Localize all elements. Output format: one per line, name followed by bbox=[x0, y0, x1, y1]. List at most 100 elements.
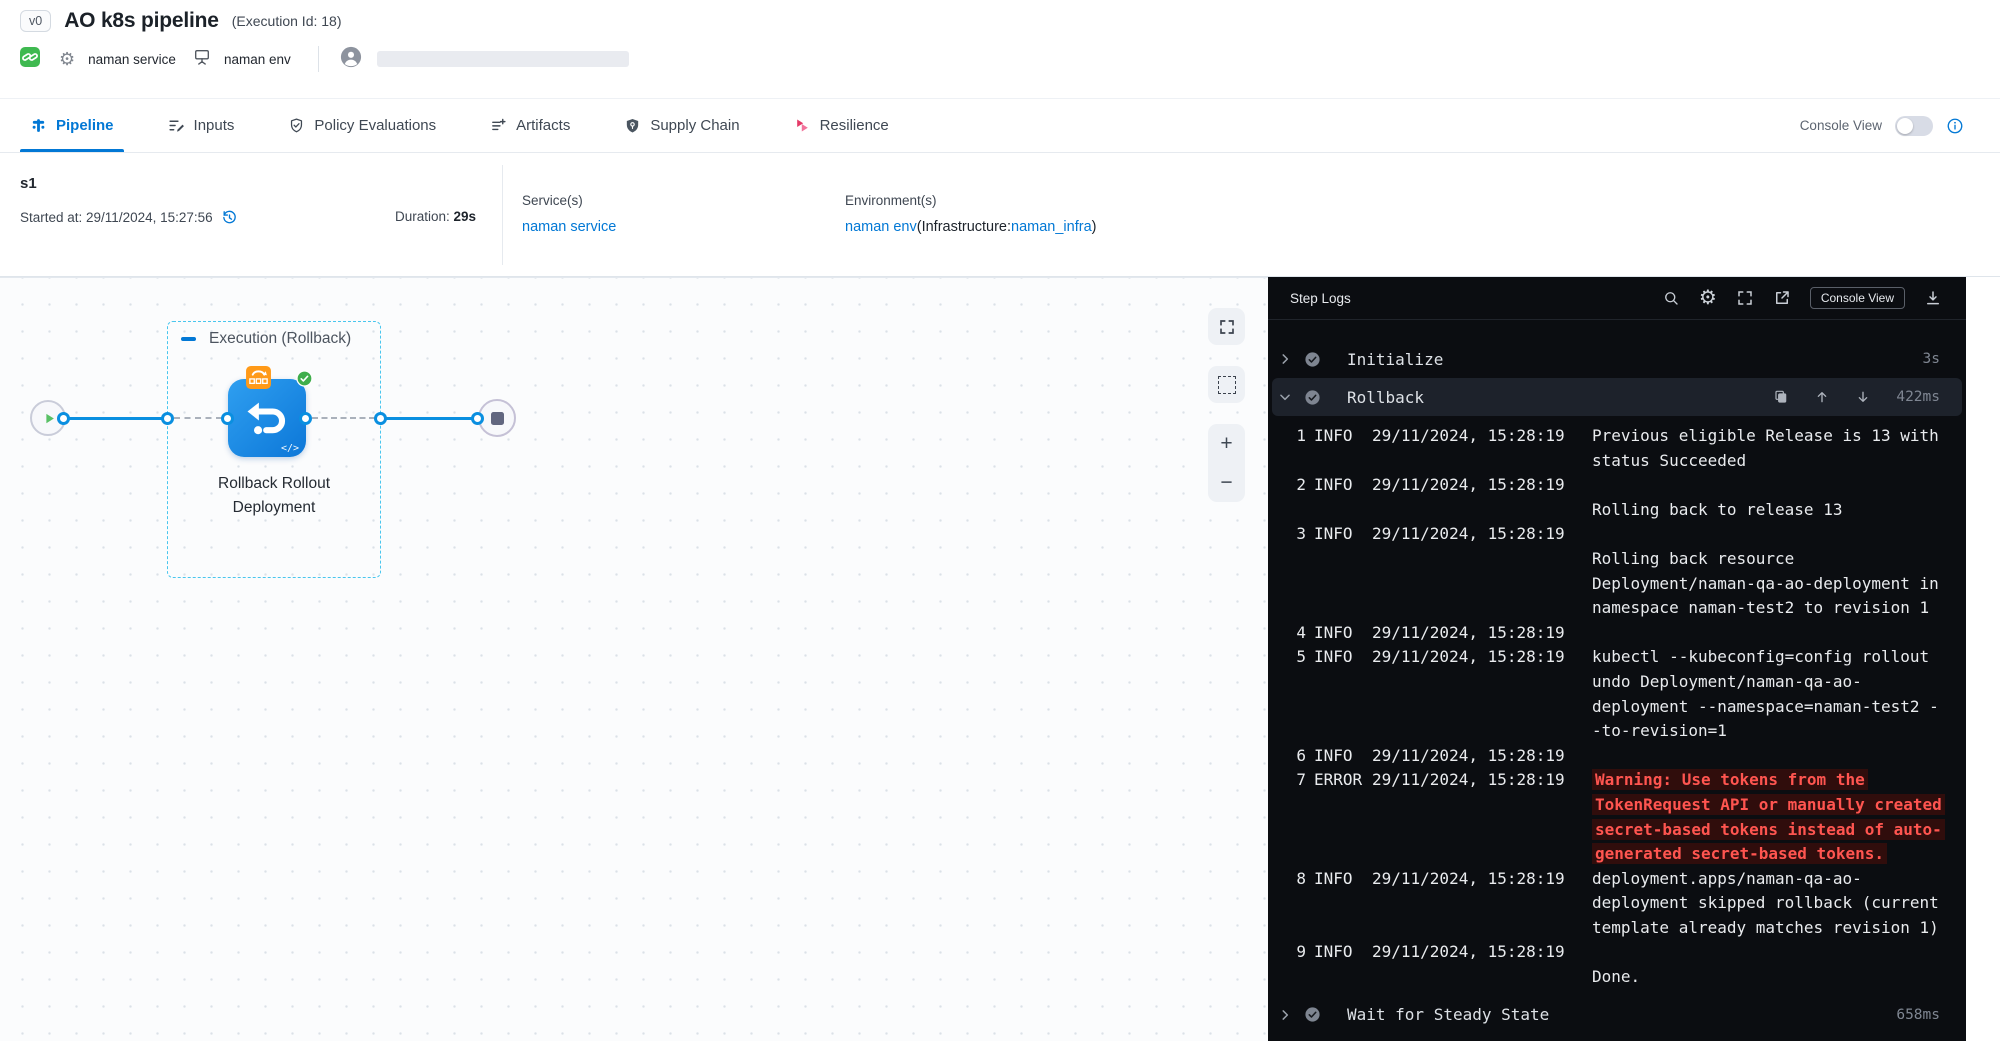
tab-label: Pipeline bbox=[56, 117, 114, 134]
log-message: Previous eligible Release is 13 withstat… bbox=[1572, 424, 1966, 473]
environment-name[interactable]: naman env bbox=[224, 52, 291, 67]
environment-link-text[interactable]: naman env bbox=[845, 219, 917, 235]
environment-link[interactable]: naman env(Infrastructure:naman_infra) bbox=[845, 219, 1096, 235]
open-in-new-icon[interactable] bbox=[1773, 289, 1791, 307]
log-text: deployment skipped rollback (current bbox=[1592, 893, 1939, 912]
supplychain-icon bbox=[624, 117, 641, 134]
pipeline-icon bbox=[30, 117, 47, 134]
execution-id: (Execution Id: 18) bbox=[232, 13, 342, 29]
page-header: v0 AO k8s pipeline (Execution Id: 18) ⚙︎… bbox=[0, 0, 2000, 99]
log-message-line bbox=[1592, 473, 1966, 498]
step-duration: 3s bbox=[1923, 351, 1940, 367]
connector-dot bbox=[471, 412, 484, 425]
log-body: 1INFO29/11/2024, 15:28:19Previous eligib… bbox=[1268, 416, 1966, 996]
chevron-down-icon[interactable] bbox=[1278, 390, 1302, 404]
search-icon[interactable] bbox=[1662, 289, 1680, 307]
log-timestamp: 29/11/2024, 15:28:19 bbox=[1372, 424, 1572, 449]
tab-label: Policy Evaluations bbox=[314, 117, 436, 134]
tab-pipeline[interactable]: Pipeline bbox=[30, 99, 114, 152]
log-message: deployment.apps/naman-qa-ao-deployment s… bbox=[1572, 867, 1966, 941]
gear-icon[interactable]: ⚙︎ bbox=[59, 50, 75, 68]
divider bbox=[502, 165, 503, 265]
infra-link[interactable]: naman_infra bbox=[1011, 219, 1092, 235]
tab-label: Inputs bbox=[194, 117, 235, 134]
log-line-number: 9 bbox=[1292, 940, 1306, 965]
execution-group-header[interactable]: Execution (Rollback) bbox=[181, 330, 351, 348]
chevron-right-icon[interactable] bbox=[1278, 352, 1302, 366]
rollout-badge-icon bbox=[246, 366, 271, 394]
tab-artifacts[interactable]: Artifacts bbox=[490, 99, 570, 152]
step-success-icon bbox=[1304, 1006, 1321, 1023]
log-level: INFO bbox=[1314, 867, 1372, 892]
pipeline-canvas[interactable]: Execution (Rollback) </> Rollback Rollou… bbox=[0, 277, 1268, 1041]
fullscreen-icon[interactable] bbox=[1736, 289, 1754, 307]
log-step-wait-for-steady-state[interactable]: Wait for Steady State658ms bbox=[1268, 996, 1966, 1034]
copy-logs-icon[interactable] bbox=[1773, 389, 1789, 405]
step-duration: 658ms bbox=[1896, 1007, 1940, 1023]
download-icon[interactable] bbox=[1924, 289, 1942, 307]
rollback-step-node[interactable]: </> bbox=[228, 379, 306, 457]
scroll-down-icon[interactable] bbox=[1855, 389, 1871, 405]
log-message-line: TokenRequest API or manually created bbox=[1592, 793, 1966, 818]
log-step-rollback[interactable]: Rollback422ms bbox=[1272, 378, 1962, 416]
console-view-toggle[interactable] bbox=[1895, 116, 1933, 136]
log-level: INFO bbox=[1314, 621, 1372, 646]
stage-duration: Duration: 29s bbox=[395, 209, 476, 224]
infra-prefix: (Infrastructure: bbox=[917, 219, 1011, 235]
log-text: kubectl --kubeconfig=config rollout bbox=[1592, 647, 1929, 666]
log-message bbox=[1572, 744, 1966, 769]
play-icon bbox=[42, 411, 57, 426]
infra-suffix: ) bbox=[1092, 219, 1097, 235]
log-line-number: 1 bbox=[1292, 424, 1306, 449]
log-message-line: template already matches revision 1) bbox=[1592, 916, 1966, 941]
canvas-select-button[interactable] bbox=[1208, 366, 1245, 403]
redacted-user-info bbox=[377, 51, 629, 67]
log-step-initialize[interactable]: Initialize 3s bbox=[1268, 340, 1966, 378]
log-level: INFO bbox=[1314, 744, 1372, 769]
log-timestamp: 29/11/2024, 15:28:19 bbox=[1372, 867, 1572, 892]
log-steps-list: Initialize3sRollback422ms1INFO29/11/2024… bbox=[1268, 320, 1966, 1034]
tab-supply-chain[interactable]: Supply Chain bbox=[624, 99, 739, 152]
log-message-line: deployment skipped rollback (current bbox=[1592, 891, 1966, 916]
log-message-line bbox=[1592, 940, 1966, 965]
log-entry-meta: 4INFO29/11/2024, 15:28:19 bbox=[1292, 621, 1572, 646]
connector-dot bbox=[374, 412, 387, 425]
log-entry-meta: 5INFO29/11/2024, 15:28:19 bbox=[1292, 645, 1572, 670]
tab-inputs[interactable]: Inputs bbox=[168, 99, 235, 152]
duration-label: Duration: bbox=[395, 209, 454, 224]
canvas-fullscreen-button[interactable] bbox=[1208, 308, 1245, 345]
log-message-line: generated secret-based tokens. bbox=[1592, 842, 1966, 867]
console-view-button[interactable]: Console View bbox=[1810, 287, 1905, 309]
log-message: Rolling back to release 13 bbox=[1572, 473, 1966, 522]
service-name[interactable]: naman service bbox=[88, 52, 176, 67]
history-icon[interactable] bbox=[221, 209, 238, 226]
zoom-out-button[interactable]: − bbox=[1220, 472, 1232, 493]
collapse-icon[interactable] bbox=[181, 337, 196, 341]
log-entry-meta: 1INFO29/11/2024, 15:28:19 bbox=[1292, 424, 1572, 449]
resilience-icon bbox=[794, 117, 811, 134]
services-label: Service(s) bbox=[522, 193, 616, 208]
settings-gear-icon[interactable]: ⚙︎ bbox=[1699, 288, 1717, 308]
log-message-line: namespace naman-test2 to revision 1 bbox=[1592, 596, 1966, 621]
log-message: Warning: Use tokens from theTokenRequest… bbox=[1572, 768, 1966, 866]
divider bbox=[318, 46, 319, 72]
log-text: Previous eligible Release is 13 with bbox=[1592, 426, 1939, 445]
toggle-knob bbox=[1897, 118, 1913, 134]
environments-label: Environment(s) bbox=[845, 193, 1096, 208]
tab-resilience[interactable]: Resilience bbox=[794, 99, 889, 152]
info-icon[interactable] bbox=[1946, 117, 1964, 135]
stage-started: Started at: 29/11/2024, 15:27:56 bbox=[20, 209, 238, 226]
log-level: INFO bbox=[1314, 522, 1372, 547]
log-timestamp: 29/11/2024, 15:28:19 bbox=[1372, 768, 1572, 793]
tab-policy-evaluations[interactable]: Policy Evaluations bbox=[288, 99, 436, 152]
log-message-line: kubectl --kubeconfig=config rollout bbox=[1592, 645, 1966, 670]
chevron-right-icon[interactable] bbox=[1278, 1008, 1302, 1022]
scroll-up-icon[interactable] bbox=[1814, 389, 1830, 405]
service-link[interactable]: naman service bbox=[522, 219, 616, 235]
log-entry: 2INFO29/11/2024, 15:28:19 Rolling back t… bbox=[1292, 473, 1966, 522]
log-entry: 7ERROR29/11/2024, 15:28:19Warning: Use t… bbox=[1292, 768, 1966, 866]
step-name: Initialize bbox=[1347, 350, 1443, 369]
log-message-line: undo Deployment/naman-qa-ao- bbox=[1592, 670, 1966, 695]
log-entry: 5INFO29/11/2024, 15:28:19 kubectl --kubec… bbox=[1292, 645, 1966, 743]
zoom-in-button[interactable]: + bbox=[1220, 433, 1232, 454]
